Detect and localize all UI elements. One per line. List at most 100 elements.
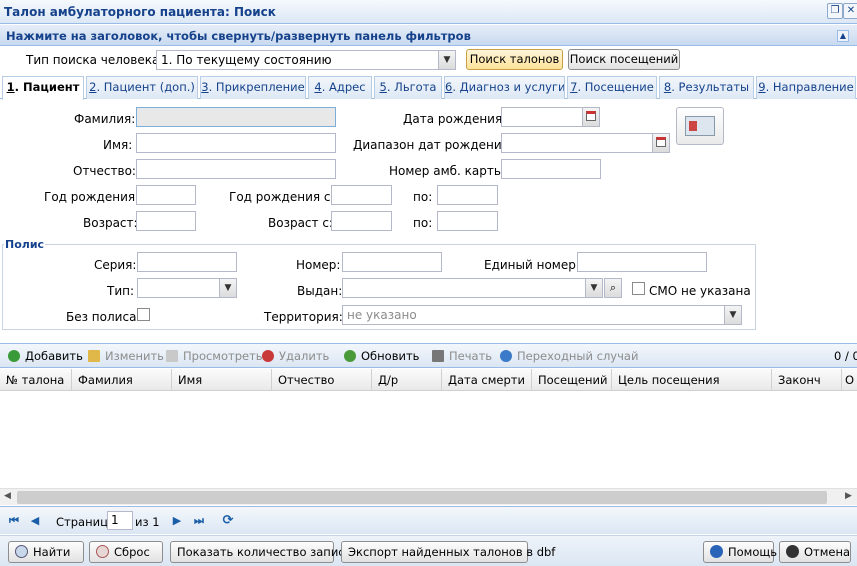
column-header[interactable]: Дата смерти [442,369,532,391]
name-label: Имя: [103,138,133,152]
add-icon [8,350,20,362]
tab-referral[interactable]: 9. Направление [756,76,856,99]
chevron-down-icon[interactable]: ▼ [219,279,236,297]
tab-visit[interactable]: 7. Посещение [567,76,657,99]
no-polis-label: Без полиса: [66,310,141,324]
filter-panel-header[interactable]: Нажмите на заголовок, чтобы свернуть/раз… [0,25,857,46]
edit-button[interactable]: Изменить [88,349,164,363]
view-button[interactable]: Просмотреть [166,349,263,363]
cancel-button[interactable]: Отмена [779,541,851,563]
collapse-icon[interactable]: ▲ [837,30,849,42]
birth-year-label: Год рождения: [44,190,140,204]
patronymic-label: Отчество: [73,164,136,178]
delete-icon [262,350,274,362]
tab-results[interactable]: 8. Результаты [659,76,754,99]
series-input[interactable] [137,252,237,272]
show-count-button[interactable]: Показать количество записей [170,541,359,563]
help-button[interactable]: Помощь [703,541,777,563]
delete-button[interactable]: Удалить [262,349,329,363]
surname-label: Фамилия: [74,112,136,126]
transfer-case-button[interactable]: Переходный случай [500,349,638,363]
unified-number-input[interactable] [577,252,707,272]
refresh-icon [344,350,356,362]
chevron-down-icon[interactable]: ▼ [724,306,741,324]
page-input[interactable]: 1 [107,511,133,530]
cancel-icon [786,545,799,558]
id-card-icon [685,116,715,136]
number-input[interactable] [342,252,442,272]
next-page-icon[interactable]: ▶ [171,515,183,527]
scroll-right-icon[interactable]: ▶ [845,491,852,501]
tab-strip: 1. Пациент 2. Пациент (доп.) 3. Прикрепл… [0,74,857,100]
window-title: Талон амбулаторного пациента: Поиск [4,5,276,19]
tab-benefit[interactable]: 5. Льгота [374,76,442,99]
issued-select[interactable]: ▼ [342,278,603,298]
birth-year-to-input[interactable] [437,185,498,205]
help-icon [710,545,723,558]
smo-none-checkbox[interactable] [632,282,645,295]
calendar-icon[interactable] [652,134,669,152]
scrollbar-thumb[interactable] [17,491,827,504]
print-icon [432,350,444,362]
age-from-input[interactable] [331,211,392,231]
refresh-button[interactable]: Обновить [344,349,419,363]
search-talons-button[interactable]: Поиск талонов [466,49,563,70]
tab-patient-extra[interactable]: 2. Пациент (доп.) [86,76,198,99]
id-card-button[interactable] [676,107,724,145]
window-titlebar: Талон амбулаторного пациента: Поиск ❐ ✕ [0,0,857,24]
type-select[interactable]: ▼ [137,278,237,298]
column-header[interactable]: Фамилия [72,369,172,391]
birth-range-input[interactable] [501,133,670,153]
search-type-select[interactable]: 1. По текущему состоянию ▼ [156,50,456,70]
birth-year-from-label: Год рождения с: [229,190,335,204]
card-number-input[interactable] [501,159,601,179]
column-header[interactable]: Посещений [532,369,612,391]
column-header[interactable]: Имя [172,369,272,391]
age-input[interactable] [136,211,196,231]
name-input[interactable] [136,133,336,153]
refresh-icon[interactable]: ⟳ [222,514,234,527]
reset-button[interactable]: Сброс [89,541,163,563]
column-header[interactable]: № талона [0,369,72,391]
scroll-left-icon[interactable]: ◀ [4,491,11,501]
birth-year-input[interactable] [136,185,196,205]
export-dbf-button[interactable]: Экспорт найденных талонов в dbf [341,541,555,563]
chevron-down-icon[interactable]: ▼ [585,279,602,297]
tab-address[interactable]: 4. Адрес [308,76,372,99]
prev-page-icon[interactable]: ◀ [29,515,41,527]
search-icon[interactable]: ⌕ [604,278,622,298]
issued-label: Выдан: [297,284,343,298]
tab-attachment[interactable]: 3. Прикрепление [200,76,306,99]
birth-year-from-input[interactable] [331,185,392,205]
column-header[interactable]: Законч [772,369,842,391]
print-button[interactable]: Печать [432,349,492,363]
play-icon [500,350,512,362]
tab-patient[interactable]: 1. Пациент [2,76,84,100]
tab-diagnosis[interactable]: 6. Диагноз и услуги [444,76,565,99]
territory-select[interactable]: не указано ▼ [342,305,742,325]
territory-label: Территория: [264,310,343,324]
restore-icon[interactable]: ❐ [827,3,843,19]
column-header[interactable]: Д/р [372,369,442,391]
age-to-input[interactable] [437,211,498,231]
search-visits-button[interactable]: Поиск посещений [568,49,680,70]
patronymic-input[interactable] [136,159,336,179]
calendar-icon[interactable] [582,108,599,126]
territory-value: не указано [347,308,417,322]
close-icon[interactable]: ✕ [843,3,857,19]
column-header[interactable]: Отчество [272,369,372,391]
column-header[interactable]: О [842,369,857,391]
add-button[interactable]: Добавить [8,349,83,363]
chevron-down-icon[interactable]: ▼ [438,51,455,69]
horizontal-scrollbar[interactable]: ◀ ▶ [0,488,857,505]
birth-date-input[interactable] [501,107,600,127]
column-header[interactable]: Цель посещения [612,369,772,391]
pager: ⏮ ◀ Страница 1 из 1 ▶ ⏭ ⟳ [0,506,857,534]
last-page-icon[interactable]: ⏭ [193,515,205,527]
find-button[interactable]: Найти [8,541,84,563]
type-label: Тип: [107,284,135,298]
no-polis-checkbox[interactable] [137,308,150,321]
surname-input[interactable] [136,107,336,127]
search-type-label: Тип поиска человека: [26,53,164,67]
first-page-icon[interactable]: ⏮ [8,515,20,527]
